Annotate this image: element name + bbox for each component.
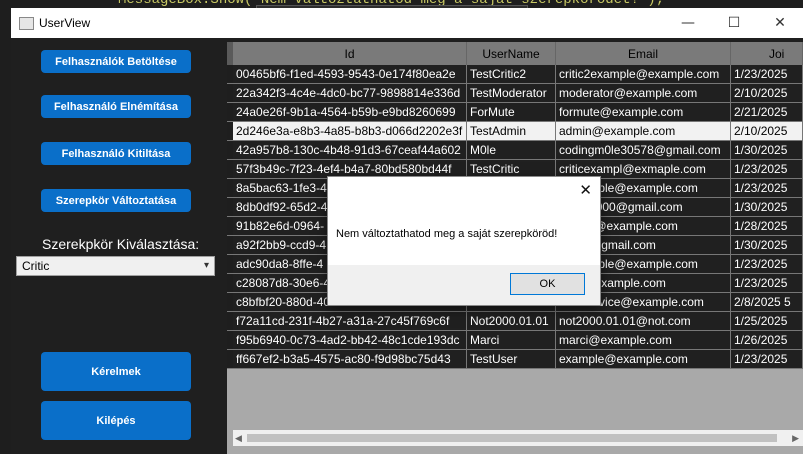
load-users-button[interactable]: Felhasználók Betöltése [41, 50, 191, 73]
cell-id[interactable]: 42a957b8-130c-4b48-91d3-67ceaf44a602 [233, 141, 467, 160]
cell-joined[interactable]: 1/23/2025 [731, 160, 803, 179]
ban-user-button[interactable]: Felhasználó Kitiltása [41, 142, 191, 165]
dialog-message: Nem változtathatod meg a saját szerepkör… [336, 228, 558, 240]
dialog-footer: OK [328, 265, 600, 305]
cell-username[interactable]: TestAdmin [467, 122, 556, 141]
table-row[interactable]: 00465bf6-f1ed-4593-9543-0e174f80ea2e Test… [227, 65, 803, 84]
column-header-joined[interactable]: Joi [731, 42, 803, 65]
cell-email[interactable]: critic2example@example.com [556, 65, 731, 84]
cell-joined[interactable]: 1/23/2025 [731, 274, 803, 293]
cell-email[interactable]: example@example.com [556, 350, 731, 369]
title-bar[interactable]: UserView — ☐ ✕ [11, 8, 803, 38]
role-select-value: Critic [22, 259, 50, 273]
table-row[interactable]: 24a0e26f-9b1a-4564-b59b-e9bd8260699 ForMu… [227, 103, 803, 122]
cell-id[interactable]: f72a11cd-231f-4b27-a31a-27c45f769c6f [233, 312, 467, 331]
minimize-button[interactable]: — [665, 8, 711, 38]
cell-joined[interactable]: 2/8/2025 5 [731, 293, 803, 312]
cell-id[interactable]: 00465bf6-f1ed-4593-9543-0e174f80ea2e [233, 65, 467, 84]
cell-id[interactable]: 24a0e26f-9b1a-4564-b59b-e9bd8260699 [233, 103, 467, 122]
table-row[interactable]: f95b6940-0c73-4ad2-bb42-48c1cde193dc Marc… [227, 331, 803, 350]
cell-id[interactable]: ff667ef2-b3a5-4575-ac80-f9d98bc75d43 [233, 350, 467, 369]
column-header-email[interactable]: Email [556, 42, 731, 65]
exit-button[interactable]: Kilépés [41, 401, 191, 440]
table-row[interactable]: 2d246e3a-e8b3-4a85-b8b3-d066d2202e3f Test… [227, 122, 803, 141]
cell-joined[interactable]: 1/23/2025 [731, 255, 803, 274]
ok-button[interactable]: OK [510, 273, 585, 295]
cell-username[interactable]: Marci [467, 331, 556, 350]
grid-header: Id UserName Email Joi [227, 42, 803, 65]
cell-joined[interactable]: 1/28/2025 [731, 217, 803, 236]
scrollbar-thumb[interactable] [247, 434, 777, 442]
cell-id[interactable]: 22a342f3-4c4e-4dc0-bc77-9898814e336d [233, 84, 467, 103]
cell-joined[interactable]: 1/23/2025 [731, 65, 803, 84]
cell-joined[interactable]: 1/23/2025 [731, 350, 803, 369]
cell-username[interactable]: TestUser [467, 350, 556, 369]
horizontal-scrollbar[interactable]: ◀ ▶ [233, 430, 803, 446]
cell-username[interactable]: Not2000.01.01 [467, 312, 556, 331]
role-select-label: Szerekpkör Kiválasztása: [42, 236, 200, 252]
cell-email[interactable]: not2000.01.01@not.com [556, 312, 731, 331]
message-box-dialog: ✕ Nem változtathatod meg a saját szerepk… [327, 176, 601, 306]
cell-email[interactable]: admin@example.com [556, 122, 731, 141]
cell-joined[interactable]: 1/23/2025 [731, 179, 803, 198]
cell-id[interactable]: 2d246e3a-e8b3-4a85-b8b3-d066d2202e3f [233, 122, 467, 141]
table-row[interactable]: f72a11cd-231f-4b27-a31a-27c45f769c6f Not2… [227, 312, 803, 331]
cell-joined[interactable]: 1/26/2025 [731, 331, 803, 350]
cell-email[interactable]: moderator@example.com [556, 84, 731, 103]
maximize-button[interactable]: ☐ [711, 8, 757, 38]
cell-email[interactable]: codingm0le30578@gmail.com [556, 141, 731, 160]
column-header-id[interactable]: Id [233, 42, 467, 65]
table-row[interactable]: ff667ef2-b3a5-4575-ac80-f9d98bc75d43 Test… [227, 350, 803, 369]
close-button[interactable]: ✕ [757, 8, 803, 38]
cell-joined[interactable]: 1/25/2025 [731, 312, 803, 331]
cell-joined[interactable]: 1/30/2025 [731, 198, 803, 217]
cell-joined[interactable]: 1/30/2025 [731, 141, 803, 160]
table-row[interactable]: 22a342f3-4c4e-4dc0-bc77-9898814e336d Test… [227, 84, 803, 103]
mute-user-button[interactable]: Felhasználó Elnémítása [41, 95, 191, 118]
cell-email[interactable]: formute@example.com [556, 103, 731, 122]
chevron-down-icon: ▾ [203, 260, 209, 271]
cell-username[interactable]: TestCritic2 [467, 65, 556, 84]
role-select[interactable]: Critic ▾ [16, 256, 215, 276]
scroll-left-icon[interactable]: ◀ [235, 433, 242, 444]
app-window-icon [19, 17, 34, 30]
cell-username[interactable]: TestModerator [467, 84, 556, 103]
cell-id[interactable]: f95b6940-0c73-4ad2-bb42-48c1cde193dc [233, 331, 467, 350]
window-title: UserView [39, 16, 91, 30]
change-role-button[interactable]: Szerepkör Változtatása [41, 189, 191, 212]
cell-joined[interactable]: 2/10/2025 [731, 122, 803, 141]
cell-joined[interactable]: 1/30/2025 [731, 236, 803, 255]
cell-joined[interactable]: 2/21/2025 [731, 103, 803, 122]
table-row[interactable]: 42a957b8-130c-4b48-91d3-67ceaf44a602 M0le… [227, 141, 803, 160]
cell-email[interactable]: marci@example.com [556, 331, 731, 350]
requests-button[interactable]: Kérelmek [41, 352, 191, 391]
cell-username[interactable]: ForMute [467, 103, 556, 122]
dialog-close-button[interactable]: ✕ [579, 181, 592, 199]
cell-username[interactable]: M0le [467, 141, 556, 160]
cell-joined[interactable]: 2/10/2025 [731, 84, 803, 103]
column-header-username[interactable]: UserName [467, 42, 556, 65]
scroll-right-icon[interactable]: ▶ [792, 433, 799, 444]
